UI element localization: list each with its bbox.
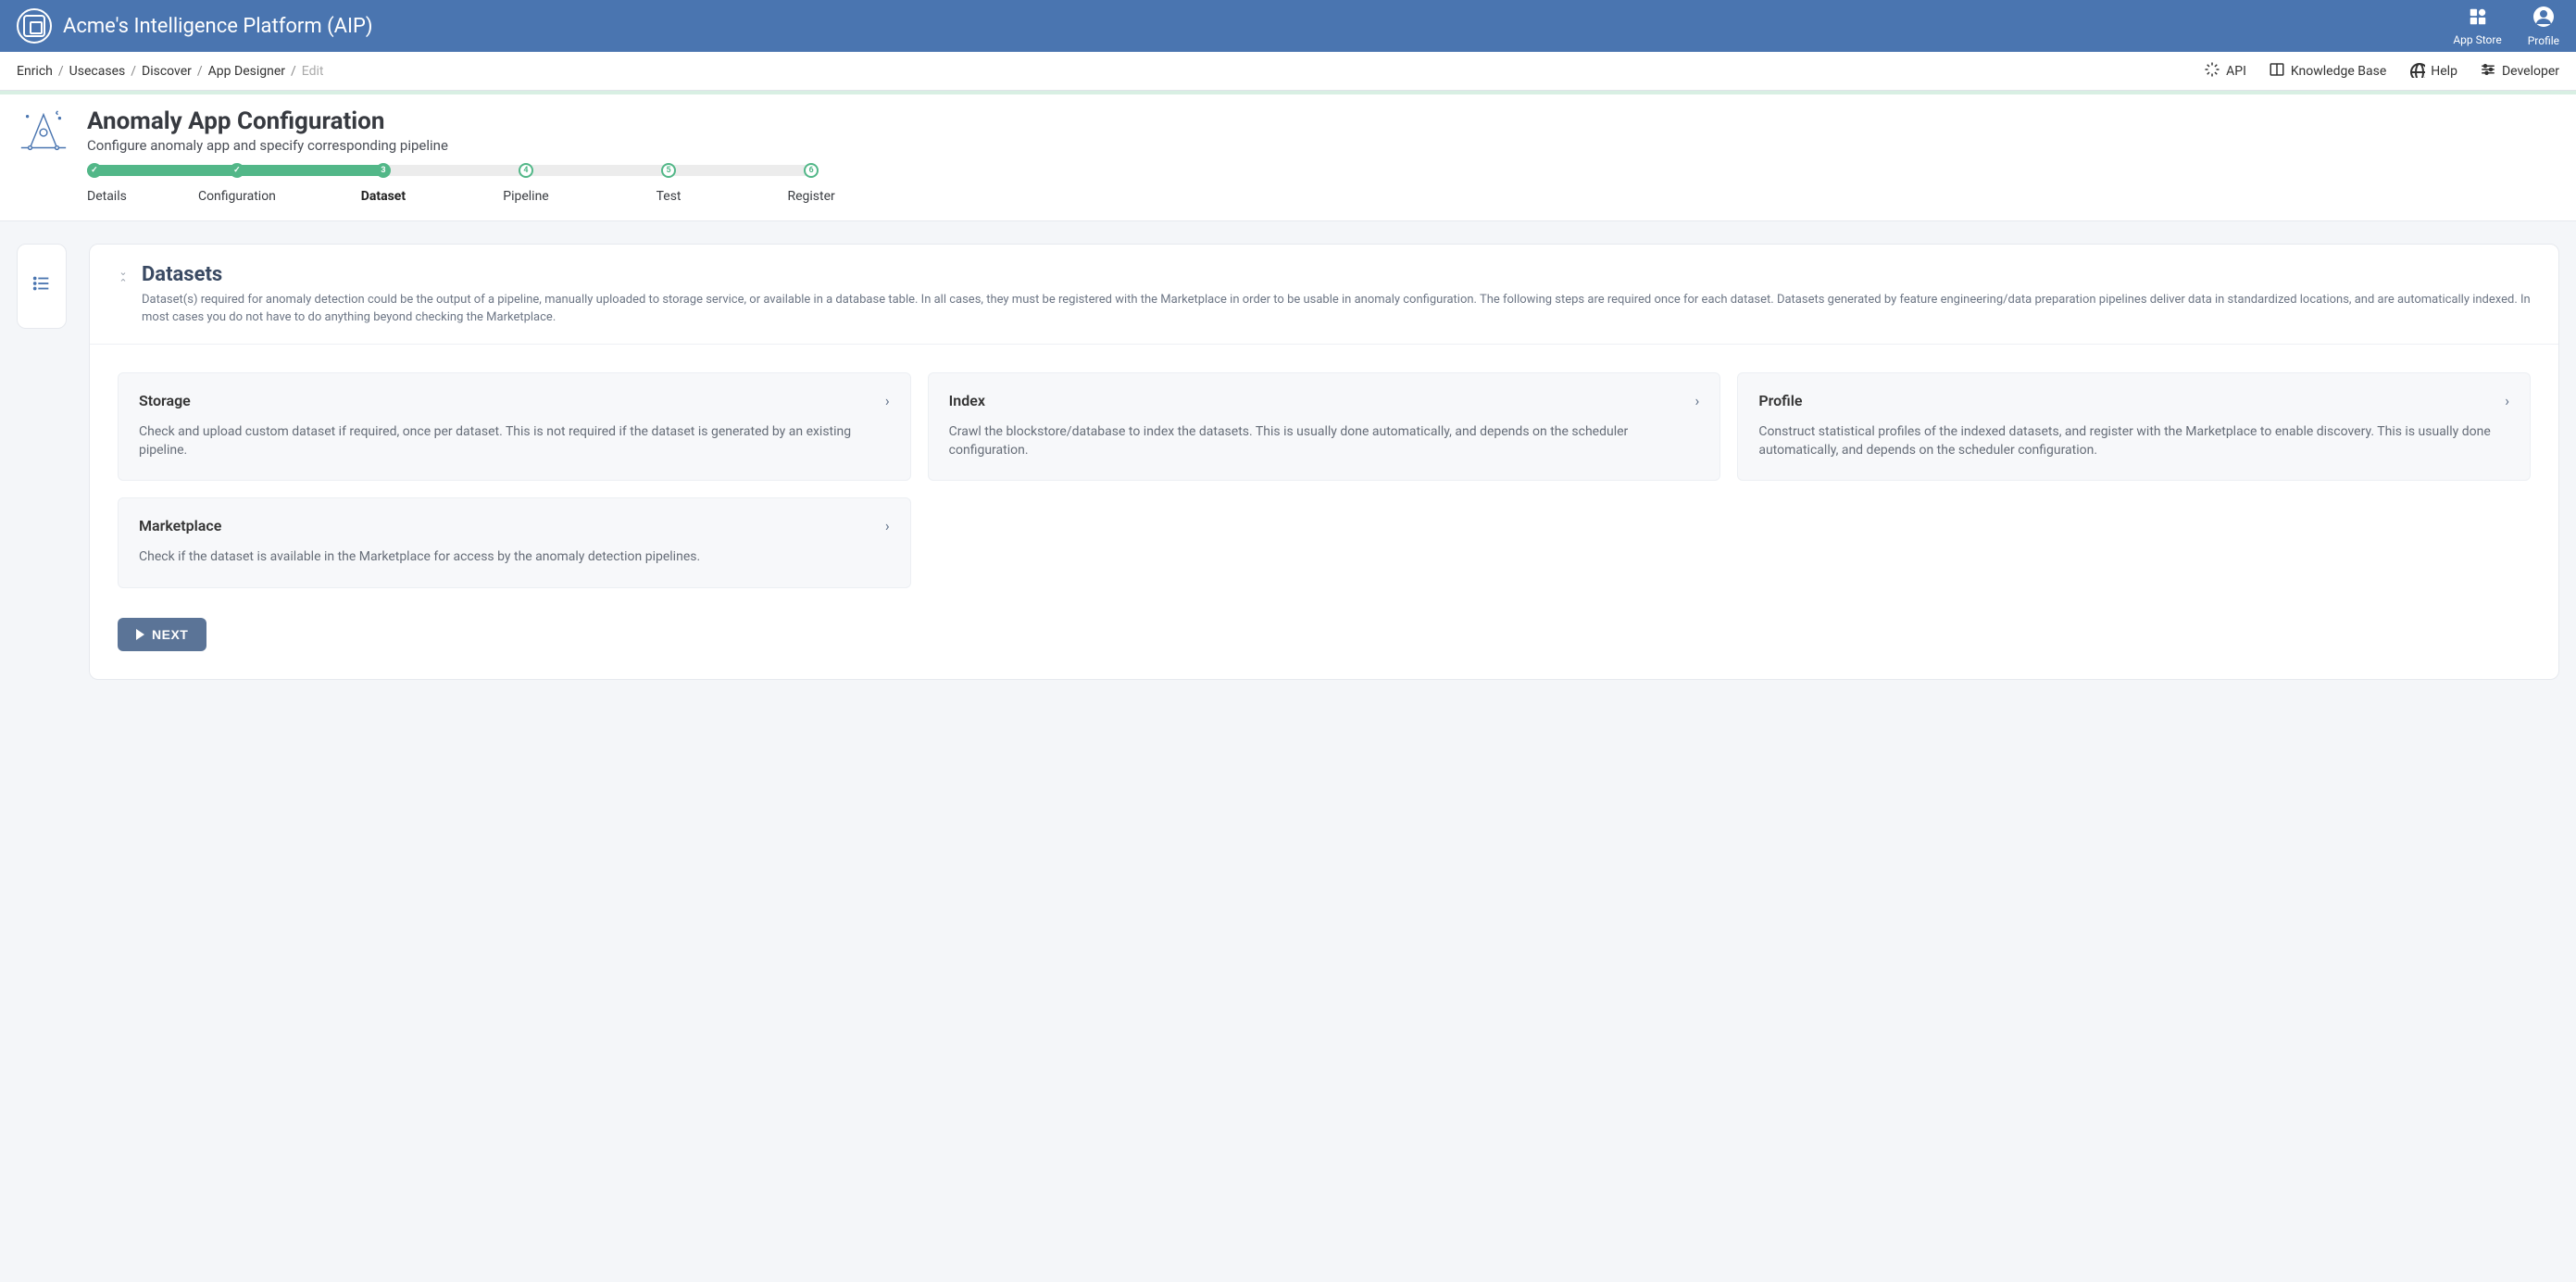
anomaly-icon	[17, 107, 70, 154]
card-description: Check if the dataset is available in the…	[139, 547, 890, 566]
step-node-register[interactable]: 6	[804, 163, 819, 178]
knowledge-base-label: Knowledge Base	[2291, 64, 2386, 79]
step-label-test: Test	[657, 189, 682, 204]
chevron-up-icon: ⌃	[116, 278, 131, 289]
breadcrumb: Enrich / Usecases / Discover / App Desig…	[17, 64, 324, 79]
card-description: Construct statistical profiles of the in…	[1758, 422, 2509, 460]
breadcrumb-sep: /	[197, 64, 203, 79]
breadcrumb-current: Edit	[302, 64, 324, 79]
card-title: Marketplace	[139, 517, 221, 534]
step-label-configuration: Configuration	[198, 189, 276, 204]
app-store-link[interactable]: App Store	[2453, 6, 2501, 46]
breadcrumb-item-usecases[interactable]: Usecases	[69, 64, 126, 79]
help-label: Help	[2431, 64, 2457, 79]
subbar: Enrich / Usecases / Discover / App Desig…	[0, 52, 2576, 91]
step-label-register: Register	[787, 189, 834, 204]
breadcrumb-sep: /	[58, 64, 64, 79]
api-label: API	[2226, 64, 2246, 79]
list-icon	[31, 273, 52, 299]
chevron-right-icon: ›	[1695, 392, 1700, 409]
app-store-label: App Store	[2453, 33, 2501, 46]
card-title: Index	[949, 392, 985, 409]
step-label-details: Details	[87, 189, 127, 204]
play-icon	[136, 629, 144, 640]
knowledge-base-link[interactable]: Knowledge Base	[2269, 61, 2386, 82]
side-toc-toggle[interactable]	[17, 244, 67, 329]
api-icon	[2204, 61, 2220, 82]
app-title: Acme's Intelligence Platform (AIP)	[63, 15, 373, 38]
profile-link[interactable]: Profile	[2528, 6, 2559, 47]
chevron-right-icon: ›	[2505, 392, 2509, 409]
page-header: Anomaly App Configuration Configure anom…	[0, 94, 2576, 221]
card-description: Crawl the blockstore/database to index t…	[949, 422, 1700, 460]
step-label-dataset: Dataset	[361, 189, 406, 204]
globe-icon	[2408, 61, 2425, 82]
datasets-panel: ⌄ ⌃ Datasets Dataset(s) required for ano…	[89, 244, 2559, 680]
next-button[interactable]: NEXT	[118, 618, 206, 651]
topbar: Acme's Intelligence Platform (AIP) App S…	[0, 0, 2576, 52]
card-description: Check and upload custom dataset if requi…	[139, 422, 890, 460]
next-label: NEXT	[152, 627, 188, 642]
developer-label: Developer	[2502, 64, 2559, 79]
panel-description: Dataset(s) required for anomaly detectio…	[142, 292, 2532, 327]
chevron-right-icon: ›	[885, 517, 890, 534]
page-subtitle: Configure anomaly app and specify corres…	[87, 137, 448, 154]
card-title: Storage	[139, 392, 191, 409]
book-icon	[2269, 61, 2285, 82]
developer-link[interactable]: Developer	[2480, 61, 2559, 82]
page-title: Anomaly App Configuration	[87, 107, 448, 135]
breadcrumb-sep: /	[131, 64, 136, 79]
panel-title: Datasets	[142, 263, 2532, 286]
card-storage[interactable]: Storage › Check and upload custom datase…	[118, 372, 911, 482]
step-node-pipeline[interactable]: 4	[519, 163, 533, 178]
step-label-pipeline: Pipeline	[503, 189, 549, 204]
profile-label: Profile	[2528, 34, 2559, 47]
chevron-right-icon: ›	[885, 392, 890, 409]
app-logo[interactable]	[17, 8, 52, 44]
app-store-icon	[2468, 6, 2488, 31]
api-link[interactable]: API	[2204, 61, 2246, 82]
collapse-toggle[interactable]: ⌄ ⌃	[116, 263, 131, 327]
breadcrumb-item-app-designer[interactable]: App Designer	[208, 64, 285, 79]
wizard-stepper: 3 4 5 6 Details Configuration Dataset Pi…	[87, 165, 2559, 220]
breadcrumb-item-discover[interactable]: Discover	[142, 64, 192, 79]
sliders-icon	[2480, 61, 2496, 82]
step-node-test[interactable]: 5	[661, 163, 676, 178]
profile-icon	[2532, 6, 2555, 32]
step-node-configuration[interactable]	[230, 163, 244, 178]
card-index[interactable]: Index › Crawl the blockstore/database to…	[928, 372, 1721, 482]
step-node-dataset[interactable]: 3	[376, 163, 391, 178]
card-title: Profile	[1758, 392, 1802, 409]
card-profile[interactable]: Profile › Construct statistical profiles…	[1737, 372, 2531, 482]
step-node-details[interactable]	[87, 163, 102, 178]
help-link[interactable]: Help	[2408, 61, 2457, 82]
breadcrumb-item-enrich[interactable]: Enrich	[17, 64, 53, 79]
card-marketplace[interactable]: Marketplace › Check if the dataset is av…	[118, 497, 911, 587]
breadcrumb-sep: /	[291, 64, 296, 79]
